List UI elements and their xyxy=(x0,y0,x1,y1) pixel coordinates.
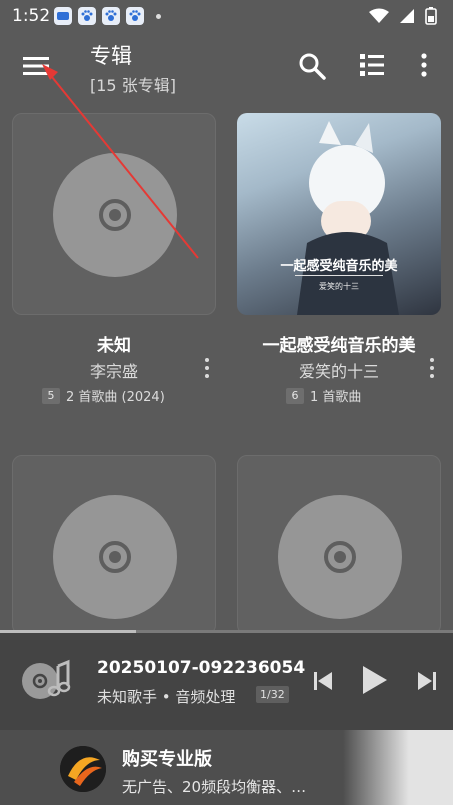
status-time: 1:52 xyxy=(12,6,51,26)
app-notification-icon xyxy=(54,7,72,25)
track-count-badge: 5 xyxy=(42,387,60,404)
signal-icon xyxy=(400,9,414,23)
search-icon xyxy=(299,53,326,80)
promo-glow xyxy=(343,730,453,805)
now-playing-title: 20250107-092236054 xyxy=(97,658,306,678)
skip-previous-icon xyxy=(314,672,332,690)
play-button[interactable] xyxy=(358,664,390,696)
queue-position-badge: 1/32 xyxy=(256,686,289,703)
baidu-paw-icon xyxy=(78,7,96,25)
skip-next-icon xyxy=(418,672,436,690)
battery-icon xyxy=(425,7,437,25)
next-button[interactable] xyxy=(414,668,440,694)
album-disc-note-icon xyxy=(22,659,71,699)
track-count-badge: 6 xyxy=(286,387,304,404)
album-meta-text: 2 首歌曲 (2024) xyxy=(66,390,165,405)
promo-banner[interactable]: 购买专业版 无广告、20频段均衡器、… xyxy=(0,730,453,805)
album-title: 一起感受纯音乐的美 xyxy=(262,336,416,356)
now-playing-subtitle: 未知歌手 • 音频处理 xyxy=(97,688,236,706)
disc-icon xyxy=(53,153,177,277)
more-vertical-icon xyxy=(421,53,427,77)
album-artist: 爱笑的十三 xyxy=(298,362,379,381)
album-art-placeholder[interactable] xyxy=(12,113,216,315)
album-art-subtext: 爱笑的十三 xyxy=(319,282,359,291)
album-more-button[interactable] xyxy=(427,358,437,378)
playback-progress-fill xyxy=(0,630,136,633)
wifi-icon xyxy=(369,8,389,23)
app-logo-icon xyxy=(60,746,106,792)
disc-icon xyxy=(278,495,402,619)
album-count: [15 张专辑] xyxy=(90,76,176,95)
mini-player[interactable]: 20250107-092236054 未知歌手 • 音频处理 1/32 xyxy=(0,630,453,730)
promo-description: 无广告、20频段均衡器、… xyxy=(122,778,307,796)
menu-button[interactable] xyxy=(20,54,52,78)
system-icons xyxy=(369,7,437,25)
view-mode-button[interactable] xyxy=(356,50,388,80)
play-icon xyxy=(363,666,387,694)
overflow-menu-button[interactable] xyxy=(414,50,434,80)
more-notifications-dot xyxy=(156,13,161,19)
album-art-placeholder[interactable] xyxy=(12,455,216,635)
baidu-paw-icon xyxy=(126,7,144,25)
album-art-placeholder[interactable] xyxy=(237,455,441,635)
page-title: 专辑 xyxy=(90,44,132,68)
album-title: 未知 xyxy=(97,336,131,356)
baidu-paw-icon xyxy=(102,7,120,25)
notification-icons xyxy=(54,7,161,25)
promo-title: 购买专业版 xyxy=(122,749,212,770)
playback-progress-track[interactable] xyxy=(0,630,453,633)
search-button[interactable] xyxy=(296,50,328,82)
album-meta: 6 1 首歌曲 xyxy=(286,386,361,405)
status-bar: 1:52 xyxy=(0,0,453,32)
album-more-button[interactable] xyxy=(202,358,212,378)
album-art[interactable]: 一起感受纯音乐的美 爱笑的十三 xyxy=(237,113,441,315)
disc-icon xyxy=(53,495,177,619)
album-meta: 5 2 首歌曲 (2024) xyxy=(42,386,165,405)
list-view-icon xyxy=(360,54,384,76)
album-art-text: 一起感受纯音乐的美 xyxy=(280,259,398,274)
album-meta-text: 1 首歌曲 xyxy=(310,390,362,405)
app-logo xyxy=(60,746,106,792)
previous-button[interactable] xyxy=(310,668,336,694)
hamburger-menu-icon xyxy=(23,57,49,75)
album-artist: 李宗盛 xyxy=(89,362,138,381)
